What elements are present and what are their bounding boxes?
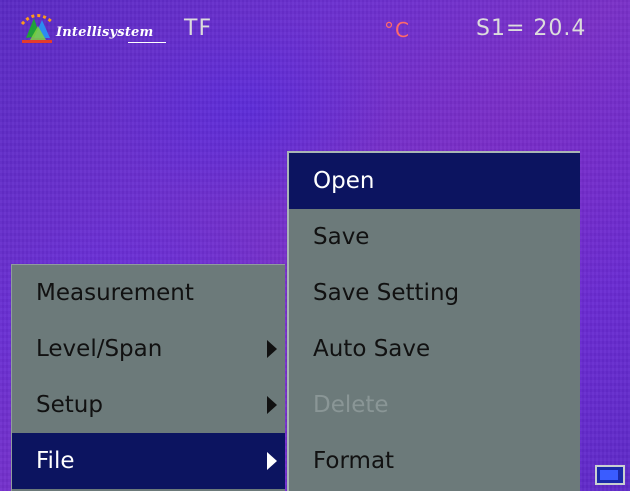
submenu-item-open[interactable]: Open	[289, 153, 580, 209]
submenu-item-delete: Delete	[289, 377, 580, 433]
intellisystem-logo: Intellisystem	[18, 10, 168, 50]
battery-icon	[595, 465, 625, 485]
menu-item-label: Level/Span	[36, 336, 163, 362]
logo-underline	[128, 42, 166, 43]
submenu-item-label: Auto Save	[313, 336, 431, 362]
submenu-arrow-icon	[267, 396, 277, 414]
thermal-image-view: Intellisystem TF °C S1= 20.4 Measurement…	[0, 0, 630, 491]
submenu-item-label: Delete	[313, 392, 389, 418]
submenu-item-save-setting[interactable]: Save Setting	[289, 265, 580, 321]
menu-item-label: Setup	[36, 392, 103, 418]
temperature-unit: °C	[384, 18, 410, 42]
submenu-item-label: Save Setting	[313, 280, 460, 306]
submenu-item-label: Save	[313, 224, 370, 250]
file-submenu: Open Save Save Setting Auto Save Delete …	[287, 151, 580, 491]
submenu-item-label: Format	[313, 448, 395, 474]
menu-item-label: Measurement	[36, 280, 194, 306]
menu-item-setup[interactable]: Setup	[12, 377, 285, 433]
logo-mark-icon	[20, 14, 53, 43]
submenu-item-auto-save[interactable]: Auto Save	[289, 321, 580, 377]
submenu-item-label: Open	[313, 168, 375, 194]
spot-reading: S1= 20.4	[476, 16, 587, 41]
submenu-item-save[interactable]: Save	[289, 209, 580, 265]
submenu-arrow-icon	[267, 340, 277, 358]
submenu-arrow-icon	[267, 452, 277, 470]
menu-item-label: File	[36, 448, 75, 474]
menu-item-measurement[interactable]: Measurement	[12, 265, 285, 321]
main-menu: Measurement Level/Span Setup File	[11, 264, 285, 491]
menu-item-level-span[interactable]: Level/Span	[12, 321, 285, 377]
measure-mode-label: TF	[184, 16, 213, 41]
menu-item-file[interactable]: File	[12, 433, 285, 489]
submenu-item-format[interactable]: Format	[289, 433, 580, 489]
logo-text: Intellisystem	[56, 25, 154, 40]
